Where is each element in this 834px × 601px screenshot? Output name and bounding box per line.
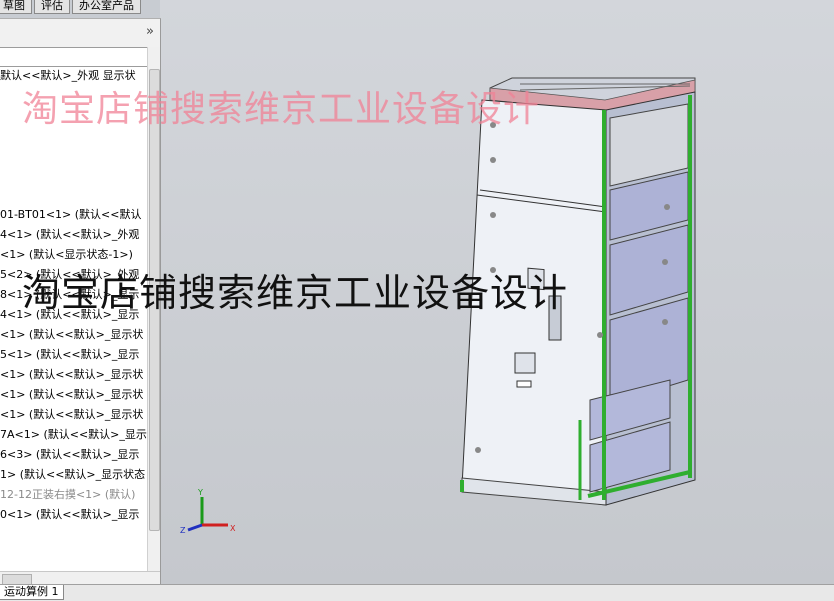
axis-x-label: X — [230, 524, 236, 533]
expand-panel-icon[interactable]: » — [146, 24, 154, 39]
tree-item[interactable]: 6<3> (默认<<默认>_显示 — [0, 447, 139, 463]
axis-y-label: Y — [197, 488, 203, 497]
graphics-area[interactable]: Y X Z — [160, 0, 834, 585]
cabinet-model — [460, 77, 696, 506]
filter-input[interactable] — [0, 47, 158, 67]
tab-motion-study[interactable]: 运动算例 1 — [0, 585, 64, 600]
tree-item[interactable]: 默认<<默认>_外观 显示状 — [0, 68, 136, 84]
axis-triad: Y X Z — [180, 488, 236, 535]
status-bar: 运动算例 1 — [0, 584, 834, 601]
tab-office-products[interactable]: 办公室产品 — [72, 0, 141, 14]
tree-item[interactable]: 4<1> (默认<<默认>_显示 — [0, 307, 139, 323]
tree-item[interactable]: 0<1> (默认<<默认>_显示 — [0, 507, 139, 523]
tree-item[interactable]: 12-12正装右摸<1> (默认) — [0, 487, 135, 503]
tab-evaluate[interactable]: 评估 — [34, 0, 70, 14]
tab-sketch[interactable]: 草图 — [0, 0, 32, 14]
tree-item[interactable]: <1> (默认<显示状态-1>) — [0, 247, 133, 263]
axis-z-label: Z — [180, 526, 186, 535]
command-tabs: 草图 评估 办公室产品 — [0, 0, 180, 14]
tree-item[interactable]: 8<1> (默认<<默认>_显示 — [0, 287, 139, 303]
tree-item[interactable]: 1> (默认<<默认>_显示状态 — [0, 467, 145, 483]
tree-item[interactable]: <1> (默认<<默认>_显示状 — [0, 367, 143, 383]
tree-item[interactable]: 4<1> (默认<<默认>_外观 — [0, 227, 139, 243]
tree-item[interactable]: <1> (默认<<默认>_显示状 — [0, 407, 143, 423]
tree-item[interactable]: 01-BT01<1> (默认<<默认 — [0, 207, 142, 223]
tree-item[interactable]: 5<1> (默认<<默认>_显示 — [0, 347, 139, 363]
tree-item[interactable]: <1> (默认<<默认>_显示状 — [0, 387, 143, 403]
tree-item[interactable]: <1> (默认<<默认>_显示状 — [0, 327, 143, 343]
tree-item[interactable]: 5<2> (默认<<默认>_外观 — [0, 267, 139, 283]
panel-header: » — [0, 19, 160, 48]
tree-vertical-scrollbar[interactable] — [147, 47, 160, 586]
tree-item[interactable]: 7A<1> (默认<<默认>_显示 — [0, 427, 147, 443]
